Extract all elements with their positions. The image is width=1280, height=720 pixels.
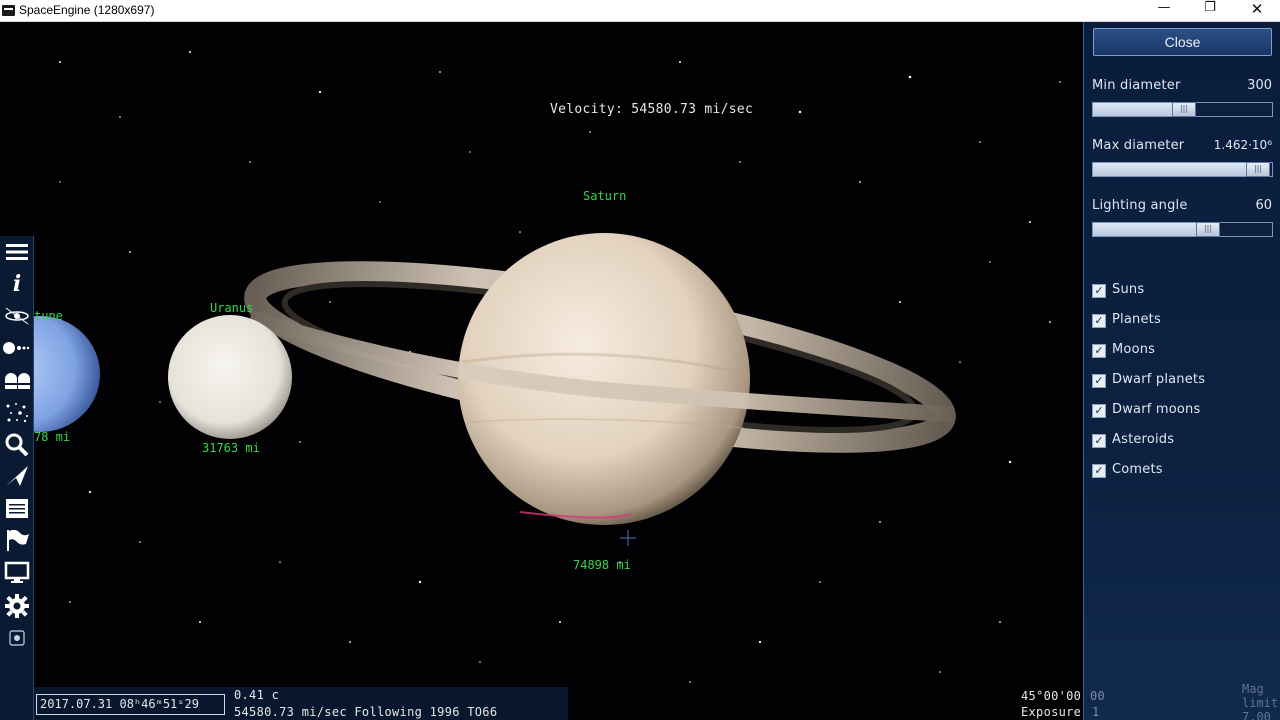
uranus-label[interactable]: Uranus (210, 301, 253, 315)
info-icon[interactable]: i (2, 270, 32, 298)
max-diameter-slider[interactable]: ||| (1092, 162, 1273, 177)
saturn-size-label: 74898 mi (573, 558, 631, 572)
exposure-readout: Exposure (1021, 705, 1082, 719)
window-title: SpaceEngine (1280x697) (19, 3, 155, 17)
neptune-size-label: 78 mi (34, 430, 71, 444)
uranus-planet[interactable] (168, 315, 292, 439)
max-diameter-label: Max diameter (1092, 138, 1185, 153)
mag-limit-readout: Mag limit 7.00 (1242, 682, 1279, 720)
velocity-readout: Velocity: 54580.73 mi/sec (550, 102, 754, 117)
fov-readout: 45°00'00 (1021, 689, 1082, 703)
checkbox-asteroids-box[interactable]: ✓ (1092, 434, 1106, 448)
lighting-angle-thumb[interactable]: ||| (1196, 222, 1220, 237)
lighting-angle-value: 60 (1255, 198, 1272, 213)
search-icon[interactable] (2, 430, 32, 458)
app-icon (2, 5, 15, 16)
display-icon[interactable] (2, 558, 32, 586)
flag-icon[interactable] (2, 526, 32, 554)
checkbox-dwarf-planets-box[interactable]: ✓ (1092, 374, 1106, 388)
exposure-value: 1 (1092, 705, 1100, 719)
filter-settings-panel: Close Min diameter 300 ||| Max diameter … (1083, 22, 1280, 720)
space-viewport[interactable]: Velocity: 54580.73 mi/sec Saturn 74898 m… (0, 22, 1280, 720)
menu-icon[interactable] (2, 238, 32, 266)
checkbox-dwarf-planets-label: Dwarf planets (1112, 372, 1206, 387)
date-time-field[interactable]: 2017.07.31 08ʰ46ᵐ51ˢ29 (36, 694, 225, 715)
minimize-button[interactable]: — (1141, 0, 1187, 22)
min-diameter-slider[interactable]: ||| (1092, 102, 1273, 117)
restore-button[interactable]: ❐ (1187, 0, 1233, 22)
crosshair-icon (620, 530, 636, 546)
checkbox-planets-box[interactable]: ✓ (1092, 314, 1106, 328)
max-diameter-fill (1093, 163, 1258, 176)
fov-suffix: 00 (1090, 689, 1106, 703)
checkbox-suns-box[interactable]: ✓ (1092, 284, 1106, 298)
panel-close-button[interactable]: Close (1093, 28, 1272, 56)
uranus-size-label: 31763 mi (202, 441, 260, 455)
min-diameter-value: 300 (1247, 78, 1272, 93)
min-diameter-label: Min diameter (1092, 78, 1181, 93)
max-diameter-thumb[interactable]: ||| (1246, 162, 1270, 177)
checkbox-moons-label: Moons (1112, 342, 1156, 357)
gear-icon[interactable] (2, 592, 32, 620)
checkbox-moons-box[interactable]: ✓ (1092, 344, 1106, 358)
checkbox-suns-label: Suns (1112, 282, 1145, 297)
window-title-bar: SpaceEngine (1280x697) — ❐ ✕ (0, 0, 1280, 22)
neptune-label[interactable]: tune (34, 309, 63, 323)
speed-following-readout: 54580.73 mi/sec Following 1996 TO66 (234, 705, 498, 719)
min-diameter-thumb[interactable]: ||| (1172, 102, 1196, 117)
checkbox-asteroids-label: Asteroids (1112, 432, 1175, 447)
close-window-button[interactable]: ✕ (1234, 0, 1280, 22)
galaxies-icon[interactable] (2, 398, 32, 426)
checkbox-dwarf-moons-box[interactable]: ✓ (1092, 404, 1106, 418)
saturn-label[interactable]: Saturn (583, 189, 626, 203)
calendar-icon[interactable] (2, 494, 32, 522)
ship-icon[interactable] (2, 462, 32, 490)
checkbox-comets-label: Comets (1112, 462, 1163, 477)
left-toolbar: i (0, 236, 34, 720)
lighting-angle-slider[interactable]: ||| (1092, 222, 1273, 237)
checkbox-comets-box[interactable]: ✓ (1092, 464, 1106, 478)
planets-icon[interactable] (2, 334, 32, 362)
lighting-angle-label: Lighting angle (1092, 198, 1188, 213)
checkbox-planets-label: Planets (1112, 312, 1161, 327)
lighting-angle-fill (1093, 223, 1208, 236)
stars-icon[interactable] (2, 366, 32, 394)
solar-system-icon[interactable] (2, 302, 32, 330)
bottom-status-bar: 2017.07.31 08ʰ46ᵐ51ˢ29 0.41 c 54580.73 m… (34, 687, 568, 720)
camera-icon[interactable] (2, 628, 32, 648)
checkbox-dwarf-moons-label: Dwarf moons (1112, 402, 1201, 417)
speed-c-readout: 0.41 c (234, 688, 280, 702)
min-diameter-fill (1093, 103, 1184, 116)
max-diameter-value: 1.462·10⁶ (1213, 138, 1272, 152)
